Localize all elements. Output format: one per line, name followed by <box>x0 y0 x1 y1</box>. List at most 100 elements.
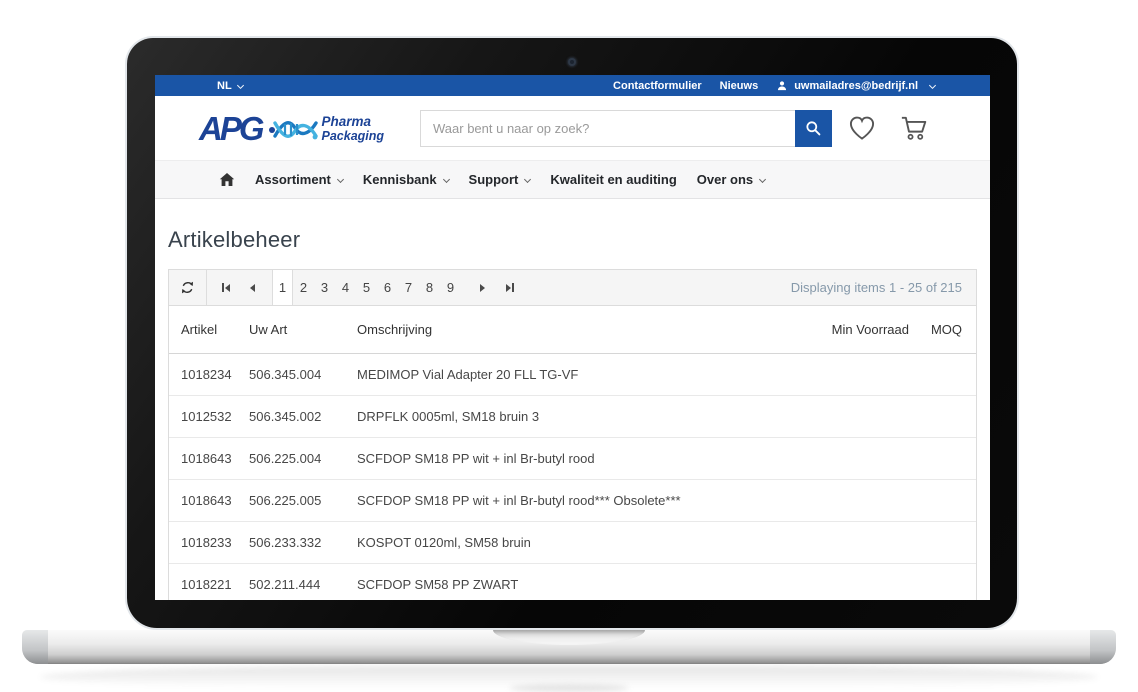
topbar: NL Contactformulier Nieuws uwmailadres@b… <box>155 75 990 96</box>
page-number-button[interactable]: 6 <box>377 270 398 305</box>
cell-min-voorraad <box>794 437 914 479</box>
cell-uw-art: 506.225.005 <box>249 479 357 521</box>
pagination-toolbar: 123456789 Displaying items 1 - 25 of 215 <box>169 270 976 306</box>
prev-page-button[interactable] <box>239 270 266 305</box>
main-nav: Assortiment Kennisbank Support Kwaliteit en… <box>155 160 990 199</box>
cell-moq <box>914 395 976 437</box>
cell-omschrijving: DRPFLK 0005ml, SM18 bruin 3 <box>357 395 794 437</box>
cell-artikel: 1012532 <box>169 395 249 437</box>
cell-artikel: 1018643 <box>169 437 249 479</box>
home-link[interactable] <box>219 172 235 187</box>
chevron-down-icon <box>524 176 531 183</box>
cell-min-voorraad <box>794 353 914 395</box>
cell-min-voorraad <box>794 479 914 521</box>
page-number-list: 123456789 <box>272 270 461 305</box>
page-number-button[interactable]: 1 <box>272 270 293 305</box>
content: Artikelbeheer <box>155 227 990 600</box>
screen: NL Contactformulier Nieuws uwmailadres@b… <box>155 75 990 600</box>
first-page-icon <box>222 283 224 292</box>
home-icon <box>219 172 235 187</box>
chevron-down-icon <box>443 176 450 183</box>
table-row[interactable]: 1018643 506.225.004 SCFDOP SM18 PP wit +… <box>169 437 976 479</box>
nieuws-link[interactable]: Nieuws <box>720 80 759 92</box>
cart-button[interactable] <box>900 115 928 141</box>
user-icon <box>776 80 788 92</box>
column-header[interactable]: Omschrijving <box>357 306 794 353</box>
search-button[interactable] <box>795 110 832 147</box>
laptop-bezel: NL Contactformulier Nieuws uwmailadres@b… <box>127 38 1017 628</box>
cell-omschrijving: SCFDOP SM18 PP wit + inl Br-butyl rood**… <box>357 479 794 521</box>
column-header[interactable]: Uw Art <box>249 306 357 353</box>
last-page-button[interactable] <box>496 270 523 305</box>
page-number-button[interactable]: 4 <box>335 270 356 305</box>
cell-artikel: 1018221 <box>169 563 249 600</box>
cell-moq <box>914 353 976 395</box>
dna-helix-icon <box>268 114 318 144</box>
refresh-button[interactable] <box>169 270 207 305</box>
wishlist-button[interactable] <box>848 115 876 141</box>
webcam <box>568 58 576 66</box>
cell-omschrijving: KOSPOT 0120ml, SM58 bruin <box>357 521 794 563</box>
column-header[interactable]: MOQ <box>914 306 976 353</box>
refresh-icon <box>180 280 195 295</box>
laptop-reflection-center <box>509 684 629 692</box>
account-email: uwmailadres@bedrijf.nl <box>794 80 918 92</box>
laptop-notch <box>493 630 645 645</box>
table-row[interactable]: 1018643 506.225.005 SCFDOP SM18 PP wit +… <box>169 479 976 521</box>
cell-moq <box>914 479 976 521</box>
logo-subtext: Pharma Packaging <box>322 115 385 142</box>
table-row[interactable]: 1018233 506.233.332 KOSPOT 0120ml, SM58 … <box>169 521 976 563</box>
cell-min-voorraad <box>794 521 914 563</box>
next-page-icon <box>480 284 485 292</box>
contactformulier-link[interactable]: Contactformulier <box>613 80 702 92</box>
logo[interactable]: APG Pharma Packaging <box>199 112 400 145</box>
nav-item[interactable]: Kennisbank <box>363 172 449 187</box>
table-body: 1018234 506.345.004 MEDIMOP Vial Adapter… <box>169 353 976 600</box>
cell-omschrijving: SCFDOP SM58 PP ZWART <box>357 563 794 600</box>
last-page-icon <box>506 284 511 292</box>
page-number-button[interactable]: 5 <box>356 270 377 305</box>
page-number-button[interactable]: 2 <box>293 270 314 305</box>
search-input[interactable] <box>420 110 795 147</box>
search-icon <box>805 120 822 137</box>
article-table: ArtikelUw ArtOmschrijvingMin VoorraadMOQ… <box>169 306 976 600</box>
cell-uw-art: 506.225.004 <box>249 437 357 479</box>
site-header: APG Pharma Packaging <box>155 96 990 160</box>
nav-item[interactable]: Assortiment <box>255 172 343 187</box>
page-number-button[interactable]: 8 <box>419 270 440 305</box>
cell-uw-art: 506.345.004 <box>249 353 357 395</box>
page-number-button[interactable]: 9 <box>440 270 461 305</box>
column-header[interactable]: Artikel <box>169 306 249 353</box>
cell-artikel: 1018233 <box>169 521 249 563</box>
chevron-down-icon <box>237 81 244 88</box>
search-bar <box>420 110 832 147</box>
heart-icon <box>848 115 876 141</box>
cell-omschrijving: SCFDOP SM18 PP wit + inl Br-butyl rood <box>357 437 794 479</box>
chevron-down-icon <box>759 176 766 183</box>
nav-item[interactable]: Kwaliteit en auditing <box>550 172 676 187</box>
table-row[interactable]: 1012532 506.345.002 DRPFLK 0005ml, SM18 … <box>169 395 976 437</box>
chevron-down-icon <box>929 82 936 89</box>
language-label: NL <box>217 80 232 92</box>
table-row[interactable]: 1018234 506.345.004 MEDIMOP Vial Adapter… <box>169 353 976 395</box>
next-page-button[interactable] <box>469 270 496 305</box>
cart-icon <box>900 115 928 141</box>
cell-moq <box>914 563 976 600</box>
page-number-button[interactable]: 3 <box>314 270 335 305</box>
account-menu[interactable]: uwmailadres@bedrijf.nl <box>776 80 935 92</box>
nav-item[interactable]: Support <box>469 172 531 187</box>
table-row[interactable]: 1018221 502.211.444 SCFDOP SM58 PP ZWART <box>169 563 976 600</box>
table-header-row: ArtikelUw ArtOmschrijvingMin VoorraadMOQ <box>169 306 976 353</box>
page-number-button[interactable]: 7 <box>398 270 419 305</box>
first-page-button[interactable] <box>212 270 239 305</box>
cell-min-voorraad <box>794 563 914 600</box>
column-header[interactable]: Min Voorraad <box>794 306 914 353</box>
chevron-down-icon <box>337 176 344 183</box>
cell-min-voorraad <box>794 395 914 437</box>
nav-item[interactable]: Over ons <box>697 172 765 187</box>
cell-artikel: 1018234 <box>169 353 249 395</box>
cell-omschrijving: MEDIMOP Vial Adapter 20 FLL TG-VF <box>357 353 794 395</box>
cell-uw-art: 502.211.444 <box>249 563 357 600</box>
language-selector[interactable]: NL <box>217 80 243 92</box>
laptop-base <box>22 630 1116 664</box>
